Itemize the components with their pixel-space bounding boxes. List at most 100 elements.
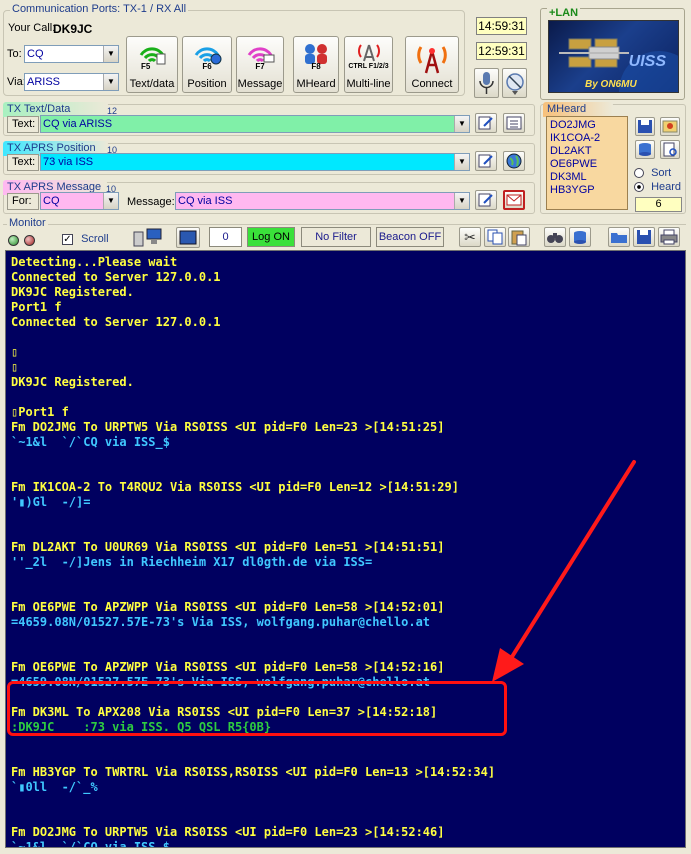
via-dropdown-value: ARISS [27, 76, 61, 88]
network-button[interactable] [132, 227, 164, 248]
monitor-line: Fm DL2AKT To U0UR69 Via RS0ISS <UI pid=F… [11, 540, 445, 554]
lan-title: +LAN [547, 7, 581, 19]
via-dropdown[interactable]: ARISS ▼ [24, 73, 119, 91]
mheard-button[interactable]: F8 MHeard [293, 36, 339, 93]
print-button[interactable] [658, 227, 680, 247]
document-search-icon [663, 142, 677, 157]
sort-radio-label: Sort [651, 167, 672, 179]
mheard-title: MHeard [543, 102, 613, 117]
connect-button[interactable]: Connect [405, 36, 459, 93]
screen-icon [179, 230, 197, 245]
tx-message-for-value: CQ [43, 195, 60, 207]
mheard-list-item[interactable]: DK3ML [550, 171, 627, 184]
tx-message-edit-button[interactable] [475, 190, 497, 210]
monitor-line: ▯ [11, 345, 19, 359]
chevron-down-icon[interactable]: ▼ [103, 74, 118, 90]
tx-message-input[interactable]: CQ via ISS ▼ [175, 192, 470, 210]
scroll-checkbox-box[interactable]: ✓ [62, 233, 73, 245]
mheard-count: 6 [635, 197, 682, 212]
mheard-list-item[interactable]: DO2JMG [550, 119, 627, 132]
heard-radio-label: Heard [651, 181, 682, 193]
monitor-counter: 0 [209, 227, 242, 247]
mheard-map-button[interactable] [660, 117, 680, 136]
tx-message-value: CQ via ISS [178, 195, 233, 207]
heard-radio-circle[interactable] [634, 182, 644, 193]
chevron-down-icon[interactable]: ▼ [103, 193, 118, 209]
chevron-down-icon[interactable]: ▼ [454, 116, 469, 132]
tx-text-list-button[interactable] [503, 113, 525, 133]
text-data-button[interactable]: F5 Text/data [126, 36, 178, 93]
log-on-button[interactable]: Log ON [247, 227, 295, 247]
to-dropdown[interactable]: CQ ▼ [24, 45, 119, 63]
multiline-key: CTRL F1/2/3 [348, 63, 389, 70]
map-icon [662, 120, 678, 133]
tx-text-input[interactable]: CQ via ARISS ▼ [40, 115, 470, 133]
message-button[interactable]: F7 Message [236, 36, 284, 93]
tx-message-send-button[interactable] [503, 190, 525, 210]
network-computer-icon [133, 228, 162, 247]
radio-tower-icon [357, 44, 380, 62]
chevron-down-icon[interactable]: ▼ [454, 193, 469, 209]
comm-ports-title: Communication Ports: TX-1 / RX All [10, 3, 189, 15]
edit-icon [478, 193, 493, 207]
position-button[interactable]: F6 Position [182, 36, 232, 93]
sort-radio[interactable]: Sort [634, 167, 671, 179]
database-monitor-button[interactable] [569, 227, 591, 247]
mheard-list[interactable]: DO2JMG IK1COA-2 DL2AKT OE6PWE DK3ML HB3Y… [546, 116, 628, 210]
position-label: Position [187, 78, 227, 90]
message-label: Message [237, 78, 283, 90]
no-filter-button[interactable]: No Filter [301, 227, 371, 247]
paste-button[interactable] [508, 227, 530, 247]
open-folder-button[interactable] [608, 227, 630, 247]
save-monitor-button[interactable] [633, 227, 655, 247]
copy-button[interactable] [484, 227, 506, 247]
tx-position-value: 73 via ISS [43, 156, 94, 168]
microphone-icon [479, 72, 494, 94]
lan-panel: +LAN UISS By ON6MU [540, 7, 685, 100]
monitor-line: `~1&l `/`CQ via ISS_$ [11, 435, 170, 449]
chevron-down-icon[interactable]: ▼ [103, 46, 118, 62]
envelope-icon [506, 194, 522, 206]
mheard-database-button[interactable] [635, 140, 655, 159]
mheard-list-item[interactable]: OE6PWE [550, 158, 627, 171]
mheard-save-button[interactable] [635, 117, 655, 136]
beacon-off-button[interactable]: Beacon OFF [376, 227, 444, 247]
tx-message-msg-label: Message: [127, 196, 175, 208]
monitor-line: Fm DO2JMG To URPTW5 Via RS0ISS <UI pid=F… [11, 825, 445, 839]
cut-button[interactable]: ✂ [459, 227, 481, 247]
clock-utc: 12:59:31 [476, 42, 527, 60]
mheard-title-label: MHeard [547, 103, 587, 115]
mheard-list-item[interactable]: HB3YGP [550, 184, 627, 197]
mheard-list-item[interactable]: IK1COA-2 [550, 132, 627, 145]
microphone-button[interactable] [474, 68, 499, 98]
monitor-screen-button[interactable] [176, 227, 200, 248]
tx-position-input[interactable]: 73 via ISS ▼ [40, 153, 470, 171]
tx-message-for-input[interactable]: CQ ▼ [40, 192, 119, 210]
text-data-key: F5 [141, 62, 151, 71]
monitor-line: DK9JC Registered. [11, 285, 134, 299]
mheard-list-item[interactable]: DL2AKT [550, 145, 627, 158]
led-red-icon [24, 235, 35, 246]
monitor-line [11, 465, 685, 480]
monitor-line: `▮0ll -/`_% [11, 780, 98, 794]
tx-position-edit-button[interactable] [475, 151, 497, 171]
sort-radio-circle[interactable] [634, 168, 644, 179]
monitor-title: Monitor [7, 217, 48, 229]
scroll-checkbox[interactable]: ✓ Scroll [62, 233, 109, 245]
satellite-dish-button[interactable] [502, 68, 527, 98]
find-button[interactable] [544, 227, 566, 247]
tx-text-edit-button[interactable] [475, 113, 497, 133]
chevron-down-icon[interactable]: ▼ [454, 154, 469, 170]
satellite-dish-icon [506, 73, 524, 95]
multiline-button[interactable]: CTRL F1/2/3 Multi-line [344, 36, 393, 93]
tx-position-globe-button[interactable] [503, 151, 525, 171]
mheard-find-button[interactable] [660, 140, 680, 159]
tx-text-title-label: TX Text/Data [7, 103, 71, 115]
monitor-line [11, 810, 685, 825]
tx-text-label: Text: [12, 118, 36, 130]
heard-radio[interactable]: Heard [634, 181, 681, 193]
highlight-box [7, 681, 507, 736]
connect-tower-icon [417, 46, 447, 74]
monitor-line [11, 570, 685, 585]
monitor-log[interactable]: Detecting...Please wait Connected to Serv… [5, 250, 686, 848]
